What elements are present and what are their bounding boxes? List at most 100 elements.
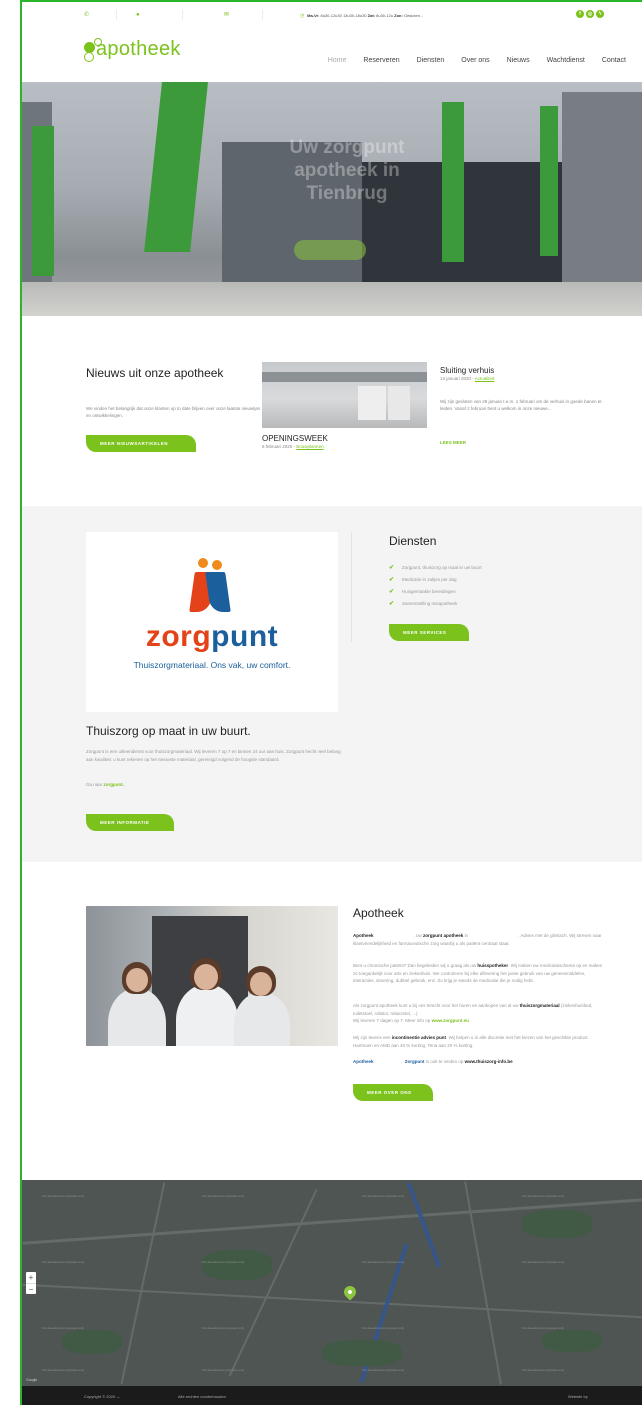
more-about-button[interactable]: MEER OVER ONS (353, 1084, 433, 1101)
nav-diensten[interactable]: Diensten (417, 57, 445, 64)
services-title: Diensten (389, 534, 437, 548)
map-dev-label: For development purposes only (202, 1194, 245, 1198)
checkmark-icon: ✔ (389, 600, 395, 607)
map-dev-label: For development purposes only (522, 1326, 565, 1330)
nav-nieuws[interactable]: Nieuws (507, 57, 530, 64)
map-dev-label: For development purposes only (42, 1194, 85, 1198)
hero-building (562, 92, 642, 292)
about-paragraph: Apotheek, uw zorgpunt apotheek in. Advie… (353, 933, 602, 946)
read-more-link[interactable]: LEES MEER (440, 440, 466, 445)
map-zoom-control: + − (26, 1272, 36, 1294)
news-post-title[interactable]: OPENINGSWEEK (262, 434, 328, 443)
nav-contact[interactable]: Contact (602, 57, 626, 64)
mail-icon: ✉ (224, 12, 230, 18)
list-item: ✔ Zorgpunt, thuiszorg op maat in uw buurt (389, 564, 482, 571)
facebook-icon[interactable]: f (576, 10, 584, 18)
footer-rights: Alle rechten voorbehouden (178, 1394, 226, 1399)
news-section: Nieuws uit onze apotheek We vinden het b… (22, 316, 642, 506)
map-zoom-in-button[interactable]: + (26, 1272, 36, 1283)
logo-mark-icon (82, 38, 102, 64)
map-zoom-out-button[interactable]: − (26, 1283, 36, 1294)
map-dev-label: For development purposes only (522, 1194, 565, 1198)
hero-cta-button[interactable] (294, 240, 366, 260)
topbar-mail[interactable]: ✉ (224, 12, 230, 18)
about-title: Apotheek (353, 906, 404, 920)
hero-pavement (22, 282, 642, 316)
news-post-excerpt: Wij zijn gesloten van 29 januari t.e.m. … (440, 399, 602, 411)
map-dev-label: For development purposes only (362, 1260, 405, 1264)
more-news-button[interactable]: MEER NIEUWSARTIKELEN (86, 435, 196, 452)
site-footer: Copyright © 2020 — Alle rechten voorbeho… (22, 1386, 642, 1405)
list-item: ✔ Huisgemaakte bereidingen (389, 588, 456, 595)
clock-icon: ◷ (300, 13, 305, 19)
about-paragraph: Bent u chronische patiënt? Dan begeleide… (353, 963, 603, 983)
news-post-category-link[interactable]: Bouwplannen (296, 444, 323, 449)
main-nav: Home Reserveren Diensten Over ons Nieuws… (328, 57, 626, 64)
news-description: We vinden het belangrijk dat onze klante… (86, 406, 261, 418)
logo[interactable]: apotheek (82, 38, 181, 64)
map-marker-icon[interactable] (341, 1283, 359, 1301)
topbar-location[interactable]: ● (136, 12, 142, 18)
map-dev-label: For development purposes only (202, 1260, 245, 1264)
services-list: ✔ Zorgpunt, thuiszorg op maat in uw buurt… (389, 561, 482, 609)
top-bar: ✆ ● ✉ ◷ Ma-Vr: 8u30-12u30 13u30-18u30 Za… (22, 2, 642, 30)
about-paragraph: Wij zijn tevens een incontinentie advies… (353, 1035, 589, 1048)
nav-reserveren[interactable]: Reserveren (363, 57, 399, 64)
news-post-title[interactable]: Sluiting verhuis (440, 366, 494, 375)
news-section-title: Nieuws uit onze apotheek (86, 366, 224, 380)
checkmark-icon: ✔ (389, 576, 395, 583)
divider (182, 10, 183, 20)
hero-banner: Uw zorgpunt apotheek in Tienbrug (22, 82, 642, 316)
map-dev-label: For development purposes only (362, 1326, 405, 1330)
google-logo: Google (26, 1378, 38, 1382)
hero-flag (442, 102, 464, 262)
map-dev-label: For development purposes only (42, 1326, 85, 1330)
map-dev-label: For development purposes only (202, 1368, 245, 1372)
opening-hours: ◷ Ma-Vr: 8u30-12u30 13u30-18u30 Zat: 8u3… (300, 13, 423, 19)
hero-title: Uw zorgpunt apotheek in Tienbrug (289, 137, 405, 204)
hero-flag (144, 82, 208, 252)
about-paragraph: Als zorgpunt apotheek kunt u bij ons ter… (353, 1003, 593, 1023)
topbar-phone[interactable]: ✆ (84, 12, 90, 18)
about-section: Apotheek Apotheek, uw zorgpunt apotheek … (22, 862, 642, 1180)
zorgpunt-tagline: Thuiszorgmateriaal. Ons vak, uw comfort. (133, 660, 291, 670)
logo-text: apotheek (96, 38, 181, 60)
checkmark-icon: ✔ (389, 588, 395, 595)
divider (351, 532, 352, 642)
nav-over-ons[interactable]: Over ons (461, 57, 489, 64)
news-post-meta: 6 februari 2020 - Bouwplannen (262, 444, 324, 449)
zorgpunt-logo-card[interactable]: zorgpunt Thuiszorgmateriaal. Ons vak, uw… (86, 532, 338, 712)
more-info-button[interactable]: MEER INFORMATIE (86, 814, 174, 831)
map-dev-label: For development purposes only (522, 1260, 565, 1264)
zorgpunt-people-icon (189, 558, 232, 614)
thuiszorg-text: Zorgpunt is een uitleendienst voor thuis… (86, 749, 341, 762)
news-post-category-link[interactable]: Actualiteit (475, 376, 495, 381)
divider (116, 10, 117, 20)
divider (262, 10, 263, 20)
more-services-button[interactable]: MEER SERVICES (389, 624, 469, 641)
phone-icon: ✆ (84, 12, 90, 18)
nav-wachtdienst[interactable]: Wachtdienst (547, 57, 585, 64)
thuiszorg-info-link[interactable]: www.thuiszorg-info.be (465, 1059, 513, 1064)
hero-flag (32, 126, 54, 276)
messenger-icon[interactable]: ϟ (596, 10, 604, 18)
map-dev-label: For development purposes only (522, 1368, 565, 1372)
list-item: ✔ Samenstelling reisapotheek (389, 600, 458, 607)
site-header: apotheek Home Reserveren Diensten Over o… (22, 30, 642, 82)
news-post-image[interactable] (262, 362, 427, 428)
google-map[interactable]: For development purposes only For develo… (22, 1180, 642, 1386)
footer-website-by[interactable]: Website by (568, 1394, 588, 1399)
footer-copyright: Copyright © 2020 — (84, 1394, 121, 1399)
team-photo (86, 906, 338, 1046)
map-dev-label: For development purposes only (202, 1326, 245, 1330)
zorgpunt-eu-link[interactable]: www.zorgpunt.eu (432, 1018, 469, 1023)
page: ✆ ● ✉ ◷ Ma-Vr: 8u30-12u30 13u30-18u30 Za… (20, 0, 642, 1405)
zorgpunt-link[interactable]: zorgpunt. (104, 782, 125, 787)
social-links: f ◎ ϟ (576, 10, 604, 18)
map-dev-label: For development purposes only (42, 1368, 85, 1372)
zorgpunt-wordmark: zorgpunt (145, 620, 279, 653)
instagram-icon[interactable]: ◎ (586, 10, 594, 18)
nav-home[interactable]: Home (328, 57, 347, 64)
hero-flag (540, 106, 558, 256)
about-paragraph: Apotheek Zorgpunt is ook te vinden op ww… (353, 1059, 513, 1064)
